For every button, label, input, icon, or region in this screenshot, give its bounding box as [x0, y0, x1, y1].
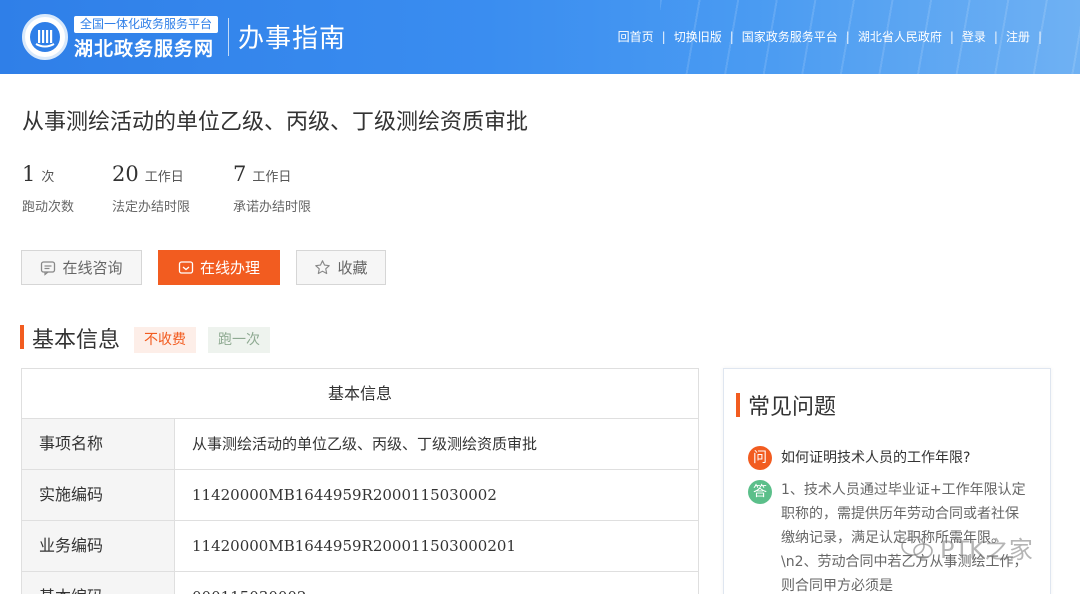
top-nav: 回首页 | 切换旧版 | 国家政务服务平台 | 湖北省人民政府 | 登录 | 注册 |: [618, 28, 1050, 45]
page-title: 从事测绘活动的单位乙级、丙级、丁级测绘资质审批: [22, 110, 529, 135]
online-consult-button[interactable]: 在线咨询: [21, 250, 142, 285]
row-key: 实施编码: [22, 470, 175, 520]
table-header: 基本信息: [22, 369, 698, 419]
site-logo-icon[interactable]: [22, 14, 68, 60]
stat-unit: 次: [41, 170, 55, 185]
nav-old-version-link[interactable]: 切换旧版: [674, 28, 722, 45]
row-value: 11420000MB1644959R200011503000201: [192, 537, 516, 555]
table-row: 业务编码 11420000MB1644959R200011503000201: [22, 521, 698, 572]
wechat-icon: [900, 535, 940, 567]
nav-register-link[interactable]: 注册: [1006, 28, 1030, 45]
favorite-label: 收藏: [337, 259, 368, 277]
table-row: 实施编码 11420000MB1644959R2000115030002: [22, 470, 698, 521]
header-divider: [228, 18, 229, 56]
top-header: 全国一体化政务服务平台 湖北政务服务网 办事指南 回首页 | 切换旧版 | 国家政务…: [0, 0, 1080, 74]
faq-title: 常见问题: [748, 395, 837, 420]
stat-visit-count: 1次 跑动次数: [22, 162, 74, 215]
nav-login-link[interactable]: 登录: [962, 28, 986, 45]
row-value: 000115030002: [175, 572, 698, 594]
stat-caption: 法定办结时限: [112, 200, 191, 215]
chat-icon: [40, 260, 56, 276]
question-icon: 问: [748, 446, 772, 470]
row-key: 基本编码: [22, 572, 175, 594]
nav-separator: |: [845, 29, 850, 44]
faq-accent-bar: [736, 393, 740, 417]
star-icon: [314, 259, 331, 276]
brand-tag: 全国一体化政务服务平台: [74, 16, 219, 33]
one-visit-badge: 跑一次: [208, 327, 270, 353]
basic-info-table: 基本信息 事项名称 从事测绘活动的单位乙级、丙级、丁级测绘资质审批 实施编码 1…: [21, 368, 699, 594]
row-key: 业务编码: [22, 521, 175, 571]
section-title: 基本信息: [32, 328, 121, 353]
stat-caption: 跑动次数: [22, 200, 75, 215]
stat-unit: 工作日: [144, 170, 184, 185]
table-row: 基本编码 000115030002: [22, 572, 698, 594]
nav-separator: |: [661, 29, 666, 44]
stat-value: 1: [22, 162, 36, 186]
nav-separator: |: [729, 29, 734, 44]
faq-question[interactable]: 如何证明技术人员的工作年限?: [781, 447, 970, 467]
watermark: PTK之家: [900, 530, 1033, 567]
apply-icon: [178, 260, 194, 276]
nav-provincial-gov-link[interactable]: 湖北省人民政府: [858, 28, 942, 45]
row-key: 事项名称: [22, 419, 175, 469]
nav-home-link[interactable]: 回首页: [618, 28, 654, 45]
free-of-charge-badge: 不收费: [134, 327, 196, 353]
stat-value: 20: [112, 162, 139, 186]
guide-title: 办事指南: [238, 24, 347, 54]
nav-separator: |: [1037, 29, 1042, 44]
nav-separator: |: [949, 29, 954, 44]
online-consult-label: 在线咨询: [62, 259, 123, 277]
row-value: 从事测绘活动的单位乙级、丙级、丁级测绘资质审批: [192, 435, 538, 453]
stat-legal-limit: 20 工作日 法定办结时限: [112, 162, 190, 215]
nav-separator: |: [993, 29, 998, 44]
online-handle-button[interactable]: 在线办理: [158, 250, 280, 285]
online-handle-label: 在线办理: [199, 259, 260, 277]
watermark-text: PTK之家: [940, 536, 1033, 564]
stat-value: 7: [233, 162, 247, 186]
table-row: 事项名称 从事测绘活动的单位乙级、丙级、丁级测绘资质审批: [22, 419, 698, 470]
brand-name[interactable]: 湖北政务服务网: [74, 34, 214, 61]
section-accent-bar: [20, 325, 24, 349]
stat-promised-limit: 7 工作日 承诺办结时限: [233, 162, 311, 215]
nav-national-platform-link[interactable]: 国家政务服务平台: [742, 28, 838, 45]
answer-icon: 答: [748, 480, 772, 504]
favorite-button[interactable]: 收藏: [296, 250, 386, 285]
stat-caption: 承诺办结时限: [233, 200, 312, 215]
stat-unit: 工作日: [252, 170, 292, 185]
row-value: 11420000MB1644959R2000115030002: [192, 486, 497, 504]
